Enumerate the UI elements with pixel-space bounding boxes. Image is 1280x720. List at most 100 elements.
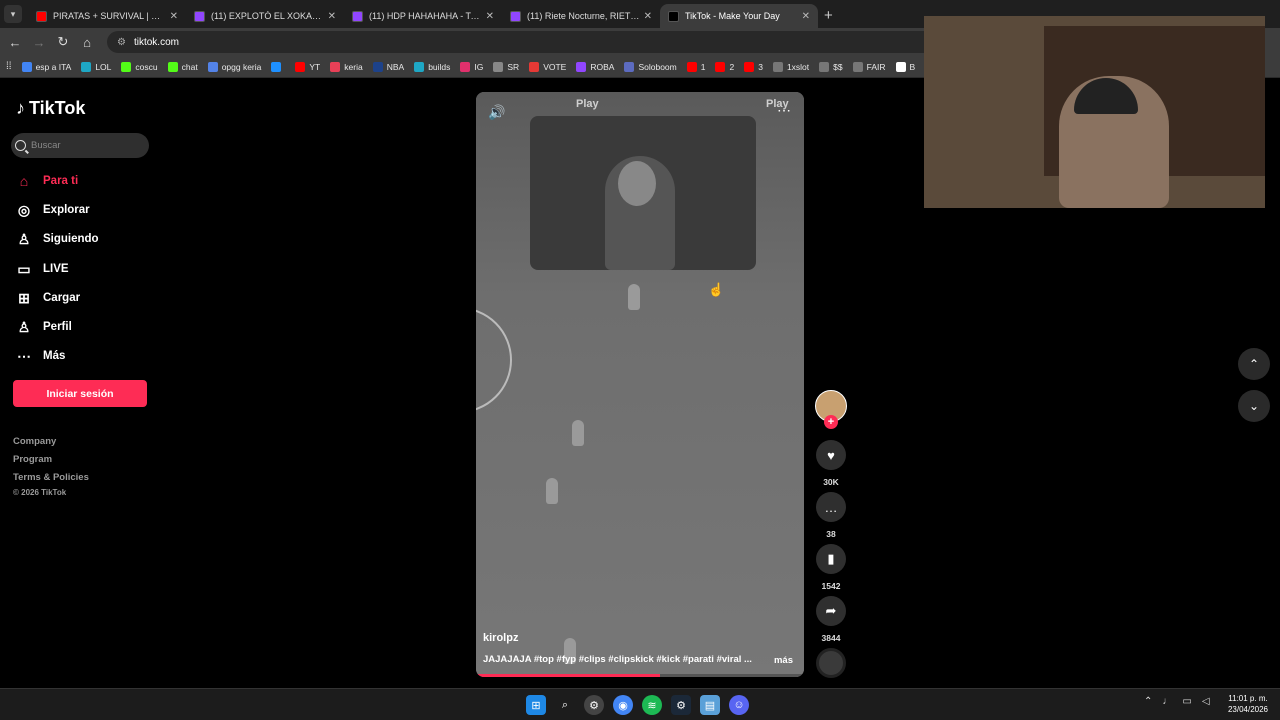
caption-more-link[interactable]: más <box>774 655 793 666</box>
browser-tab[interactable]: PIRATAS + SURVIVAL | WindRo... ✕ <box>28 4 186 28</box>
previous-video-chevron-up-icon[interactable]: ⌃ <box>1238 348 1270 380</box>
network-icon[interactable]: ▭ <box>1182 696 1191 707</box>
bookmark-item[interactable]: VOTE <box>529 61 566 72</box>
bookmark-item[interactable]: Soloboom <box>624 61 677 72</box>
tab-favicon-icon <box>352 10 363 22</box>
windows-taskbar: ⊞ ⌕ ⚙ ◉ ≋ ⚙ ▤ ☺ ⌃ ♩ ▭ ◁ 11:01 p. m. 23/0… <box>0 688 1280 720</box>
bookmark-favicon-icon <box>772 61 783 72</box>
clock-time: 11:01 p. m. <box>1228 694 1268 703</box>
sidebar-item-perfil[interactable]: ♙ Perfil <box>16 319 72 335</box>
ea-play-watermark: Play <box>576 98 599 110</box>
start-icon[interactable]: ⊞ <box>526 695 546 715</box>
close-icon[interactable]: ✕ <box>802 11 810 22</box>
sidebar-item-live[interactable]: ▭ LIVE <box>16 261 68 277</box>
chrome-icon[interactable]: ◉ <box>613 695 633 715</box>
video-caption: JAJAJAJA #top #fyp #clips #clipskick #ki… <box>483 654 752 665</box>
apps-icon[interactable]: ⁞⁞ <box>6 61 12 72</box>
bookmark-label: builds <box>428 61 451 72</box>
bookmark-favicon-icon <box>121 61 132 72</box>
bookmark-item[interactable]: esp a ITA <box>21 61 71 72</box>
footer-terms-link[interactable]: Terms & Policies <box>13 472 89 483</box>
tab-title: (11) HDP HAHAHAHA - Twitch <box>369 11 482 21</box>
app-icon[interactable]: ⚙ <box>584 695 604 715</box>
discord-icon[interactable]: ☺ <box>729 695 749 715</box>
spotify-icon[interactable]: ≋ <box>642 695 662 715</box>
video-progress-bar[interactable] <box>476 674 804 677</box>
browser-tab[interactable]: (11) HDP HAHAHAHA - Twitch ✕ <box>344 4 502 28</box>
sidebar-item-siguiendo[interactable]: ♙ Siguiendo <box>16 231 99 247</box>
video-player[interactable]: Play Play 🔊 ⋯ kirolpz JAJAJAJA #top #fyp… <box>476 92 804 677</box>
share-icon[interactable]: ➦ <box>816 596 846 626</box>
sidebar-item-label: Siguiendo <box>43 233 99 245</box>
tab-search-button[interactable]: ▾ <box>4 5 22 23</box>
bookmark-item[interactable]: builds <box>414 61 451 72</box>
login-button[interactable]: Iniciar sesión <box>13 380 147 407</box>
tiktok-logo[interactable]: ♪ TikTok <box>16 98 85 119</box>
mouse-cursor-icon: ☝ <box>708 282 725 297</box>
browser-tab[interactable]: (11) Riete Nocturne, RIETE ! xdd ✕ <box>502 4 660 28</box>
microphone-icon[interactable]: ♩ <box>1162 696 1172 707</box>
search-taskbar-icon[interactable]: ⌕ <box>555 695 575 715</box>
footer-company-link[interactable]: Company <box>13 436 56 447</box>
system-clock[interactable]: 11:01 p. m. 23/04/2026 <box>1222 693 1274 715</box>
bookmark-item[interactable]: FAIR <box>852 61 886 72</box>
next-video-chevron-down-icon[interactable]: ⌄ <box>1238 390 1270 422</box>
tray-chevron-up-icon[interactable]: ⌃ <box>1144 696 1152 707</box>
tab-title: PIRATAS + SURVIVAL | WindRo... <box>53 11 166 21</box>
bookmark-favicon-icon <box>493 61 504 72</box>
bookmark-item[interactable]: B <box>895 61 915 72</box>
bookmark-item[interactable]: keria <box>330 61 363 72</box>
footer-program-link[interactable]: Program <box>13 454 52 465</box>
bookmark-label: NBA <box>386 61 405 72</box>
music-disc-icon[interactable] <box>816 648 846 678</box>
player-figure <box>628 284 640 310</box>
bookmark-item[interactable]: chat <box>167 61 198 72</box>
site-info-icon[interactable]: ⚙ <box>117 37 126 48</box>
notepad-icon[interactable]: ▤ <box>700 695 720 715</box>
options-icon[interactable]: ⋯ <box>777 102 792 119</box>
bookmark-item[interactable]: LOL <box>81 61 111 72</box>
volume-icon[interactable]: 🔊 <box>488 104 505 121</box>
heart-icon[interactable]: ♥ <box>816 440 846 470</box>
sidebar-item-cargar[interactable]: ⊞ Cargar <box>16 290 80 306</box>
close-icon[interactable]: ✕ <box>644 11 652 22</box>
sidebar-item-explorar[interactable]: ◎ Explorar <box>16 202 90 218</box>
follow-plus-icon[interactable]: + <box>824 415 838 429</box>
bookmark-item[interactable] <box>271 61 285 72</box>
close-icon[interactable]: ✕ <box>170 11 178 22</box>
bookmark-item[interactable]: opgg keria <box>207 61 261 72</box>
bookmark-item[interactable]: ROBA <box>576 61 614 72</box>
back-icon[interactable]: ← <box>3 35 27 50</box>
bookmark-item[interactable]: 2 <box>715 61 734 72</box>
speaker-icon[interactable]: ◁ <box>1202 696 1210 707</box>
close-icon[interactable]: ✕ <box>486 11 494 22</box>
search-input[interactable]: Buscar <box>11 133 149 158</box>
bookmark-favicon-icon <box>207 61 218 72</box>
share-count: 3844 <box>821 633 841 643</box>
steam-icon[interactable]: ⚙ <box>671 695 691 715</box>
video-author[interactable]: kirolpz <box>483 632 518 644</box>
browser-tab[interactable]: (11) EXPLOTÓ EL XOKAS - Twitc ✕ <box>186 4 344 28</box>
bookmark-icon[interactable]: ▮ <box>816 544 846 574</box>
reload-icon[interactable]: ↻ <box>51 34 75 50</box>
bookmark-item[interactable]: 3 <box>744 61 763 72</box>
home-browser-icon[interactable]: ⌂ <box>75 35 99 50</box>
sidebar-item-más[interactable]: ⋯ Más <box>16 348 65 364</box>
close-icon[interactable]: ✕ <box>328 11 336 22</box>
sidebar-item-para-ti[interactable]: ⌂ Para ti <box>16 173 78 189</box>
bookmark-item[interactable]: IG <box>460 61 483 72</box>
comment-icon[interactable]: … <box>816 492 846 522</box>
bookmark-item[interactable]: $$ <box>819 61 843 72</box>
bookmark-item[interactable]: 1 <box>686 61 705 72</box>
comment-count: 38 <box>826 529 836 539</box>
browser-tab[interactable]: TikTok - Make Your Day ✕ <box>660 4 818 28</box>
address-bar[interactable]: ⚙ tiktok.com <box>107 31 977 53</box>
tab-title: (11) EXPLOTÓ EL XOKAS - Twitc <box>211 11 324 21</box>
bookmark-item[interactable]: NBA <box>372 61 405 72</box>
bookmark-item[interactable]: YT <box>295 61 320 72</box>
bookmark-item[interactable]: coscu <box>121 61 158 72</box>
bookmark-item[interactable]: SR <box>493 61 519 72</box>
forward-icon[interactable]: → <box>27 35 51 50</box>
new-tab-button[interactable]: + <box>824 7 833 24</box>
bookmark-item[interactable]: 1xslot <box>772 61 809 72</box>
